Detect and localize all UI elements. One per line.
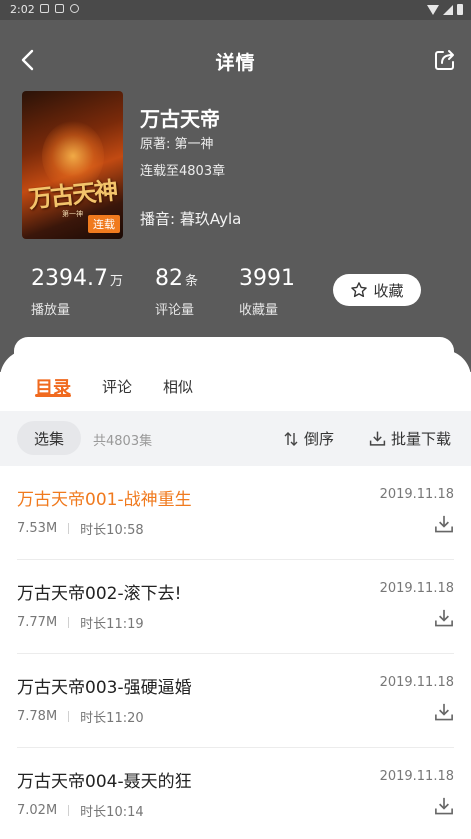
status-bar: 2:02 xyxy=(0,0,471,20)
select-episodes-button[interactable]: 选集 xyxy=(17,421,81,455)
battery-icon xyxy=(457,4,463,15)
episode-download-button[interactable] xyxy=(434,796,454,816)
episode-meta: 7.02M 时长10:14 xyxy=(17,801,144,820)
episode-duration: 时长10:14 xyxy=(80,805,144,820)
content-tabs: 目录 评论 相似 xyxy=(0,370,471,406)
download-icon xyxy=(435,797,453,815)
book-title: 万古天帝 xyxy=(140,107,220,131)
divider xyxy=(68,523,70,534)
episode-total: 共4803集 xyxy=(93,434,153,449)
download-icon xyxy=(435,515,453,533)
status-notification-icons xyxy=(40,4,79,13)
sort-label: 倒序 xyxy=(304,430,335,448)
notification-icon xyxy=(55,4,64,13)
episode-title: 万古天帝004-聂天的狂 xyxy=(17,772,192,792)
download-icon xyxy=(435,609,453,627)
stat-unit: 条 xyxy=(185,274,199,289)
share-icon xyxy=(435,50,454,70)
episode-size: 7.78M xyxy=(17,709,58,724)
stat-label: 播放量 xyxy=(31,303,71,318)
book-origin-author: 原著: 第一神 xyxy=(140,137,214,152)
status-system-icons xyxy=(427,4,463,15)
episode-date: 2019.11.18 xyxy=(379,769,454,784)
cover-title: 万古天神 xyxy=(26,175,118,214)
episode-meta: 7.77M 时长11:19 xyxy=(17,613,144,632)
collect-button[interactable]: 收藏 xyxy=(333,274,421,306)
stat-value: 82 条 xyxy=(155,263,198,298)
episode-item[interactable]: 万古天帝001-战神重生 2019.11.18 7.53M 时长10:58 xyxy=(0,466,471,560)
episode-list: 万古天帝001-战神重生 2019.11.18 7.53M 时长10:58 万古… xyxy=(0,466,471,839)
sort-button[interactable]: 倒序 xyxy=(283,428,334,449)
episode-download-button[interactable] xyxy=(434,514,454,534)
episode-title: 万古天帝001-战神重生 xyxy=(17,490,192,510)
divider xyxy=(68,805,70,816)
stat-unit: 万 xyxy=(109,274,123,289)
book-cover[interactable]: 万古天神 第一神 连载 xyxy=(22,91,123,239)
collect-button-label: 收藏 xyxy=(373,281,404,300)
download-icon xyxy=(369,431,386,446)
signal-icon xyxy=(443,4,453,15)
episode-download-button[interactable] xyxy=(434,702,454,722)
stat-value: 2394.7 万 xyxy=(31,263,123,298)
stat-label: 评论量 xyxy=(155,303,195,318)
tab-comments[interactable]: 评论 xyxy=(102,376,132,397)
stat-number: 82 xyxy=(155,266,183,291)
star-icon xyxy=(351,282,368,298)
episode-date: 2019.11.18 xyxy=(379,675,454,690)
tab-similar[interactable]: 相似 xyxy=(163,376,193,397)
page-title: 详情 xyxy=(215,52,256,74)
episode-item[interactable]: 万古天帝002-滚下去! 2019.11.18 7.77M 时长11:19 xyxy=(0,560,471,654)
episode-title: 万古天帝003-强硬逼婚 xyxy=(17,678,192,698)
wifi-icon xyxy=(427,4,439,15)
batch-download-button[interactable]: 批量下载 xyxy=(369,428,451,449)
episode-date: 2019.11.18 xyxy=(379,581,454,596)
episode-toolbar: 选集 共4803集 倒序 批量下载 xyxy=(0,411,471,466)
episode-item[interactable]: 万古天帝003-强硬逼婚 2019.11.18 7.78M 时长11:20 xyxy=(0,654,471,748)
stat-value: 3991 xyxy=(239,263,297,298)
share-button[interactable] xyxy=(431,46,459,74)
notification-icon xyxy=(70,4,79,13)
episode-meta: 7.78M 时长11:20 xyxy=(17,707,144,726)
stat-comments[interactable]: 82 条 评论量 xyxy=(155,263,198,318)
batch-download-label: 批量下载 xyxy=(391,430,452,448)
episode-duration: 时长11:19 xyxy=(80,617,144,632)
download-icon xyxy=(435,703,453,721)
serial-badge: 连载 xyxy=(88,215,120,233)
stat-number: 2394.7 xyxy=(31,266,108,291)
episode-size: 7.53M xyxy=(17,521,58,536)
episode-download-button[interactable] xyxy=(434,608,454,628)
top-nav: 详情 xyxy=(0,38,471,82)
book-header: 2:02 详情 万古天神 第一神 连载 万古天帝 原著: 第一神 连载至4803… xyxy=(0,0,471,372)
notification-icon xyxy=(40,4,49,13)
episode-size: 7.02M xyxy=(17,803,58,818)
episode-item[interactable]: 万古天帝004-聂天的狂 2019.11.18 7.02M 时长10:14 xyxy=(0,748,471,839)
stat-plays: 2394.7 万 播放量 xyxy=(31,263,123,318)
status-time: 2:02 xyxy=(10,3,35,16)
episode-duration: 时长11:20 xyxy=(80,711,144,726)
episode-meta: 7.53M 时长10:58 xyxy=(17,519,144,538)
stat-favorites: 3991 收藏量 xyxy=(239,263,297,318)
book-narrator[interactable]: 播音: 暮玖Ayla xyxy=(140,208,241,229)
stat-label: 收藏量 xyxy=(239,303,279,318)
sort-icon xyxy=(284,431,298,446)
episode-duration: 时长10:58 xyxy=(80,523,144,538)
divider xyxy=(68,711,70,722)
episode-date: 2019.11.18 xyxy=(379,487,454,502)
divider xyxy=(68,617,70,628)
active-tab-indicator xyxy=(35,394,71,397)
book-progress: 连载至4803章 xyxy=(140,164,226,179)
stat-number: 3991 xyxy=(239,266,295,291)
episode-title: 万古天帝002-滚下去! xyxy=(17,584,182,604)
episode-size: 7.77M xyxy=(17,615,58,630)
detail-screen: 2:02 详情 万古天神 第一神 连载 万古天帝 原著: 第一神 连载至4803… xyxy=(0,0,471,839)
